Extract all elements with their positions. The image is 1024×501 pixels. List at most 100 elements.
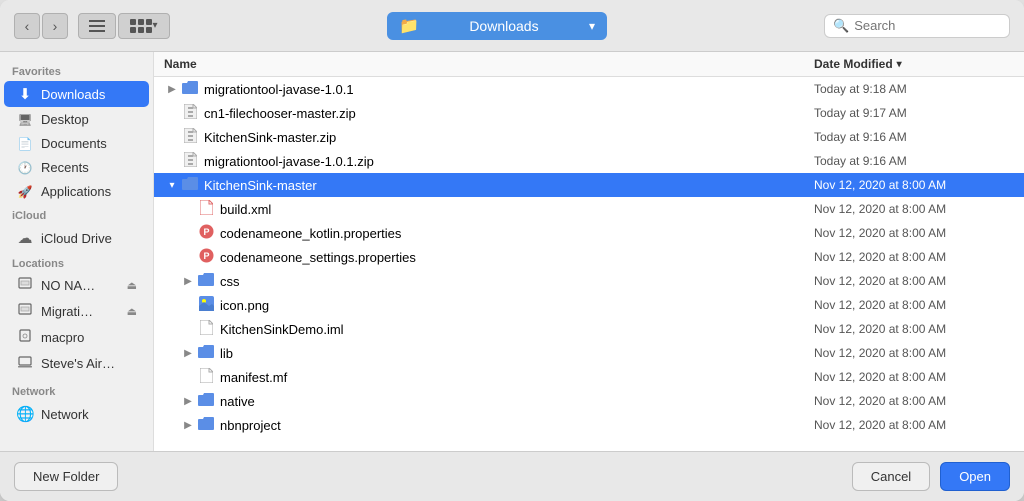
toolbar: ‹ › ▾: [0, 0, 1024, 52]
network-icon: 🌐: [16, 405, 34, 423]
file-date: Today at 9:16 AM: [814, 130, 1014, 144]
file-date: Nov 12, 2020 at 8:00 AM: [814, 226, 1014, 240]
grid-view-button[interactable]: ▾: [118, 13, 170, 39]
file-name: codenameone_kotlin.properties: [220, 226, 814, 241]
file-date: Nov 12, 2020 at 8:00 AM: [814, 250, 1014, 264]
back-button[interactable]: ‹: [14, 13, 40, 39]
file-row[interactable]: ▶nbnprojectNov 12, 2020 at 8:00 AM: [154, 413, 1024, 437]
location-pill[interactable]: 📁 Downloads ▾: [387, 12, 607, 40]
file-icon: [196, 320, 216, 338]
file-row[interactable]: build.xmlNov 12, 2020 at 8:00 AM: [154, 197, 1024, 221]
sidebar-item-label: macpro: [41, 330, 84, 345]
file-icon: [180, 81, 200, 98]
sidebar-item-label: NO NA…: [41, 278, 95, 293]
eject-icon2[interactable]: ⏏: [127, 305, 137, 318]
file-list: Name Date Modified ▾ ▶migrationtool-java…: [154, 52, 1024, 451]
list-view-button[interactable]: [78, 13, 116, 39]
sidebar-item-downloads[interactable]: ⬇ Downloads: [4, 81, 149, 107]
file-list-body: ▶migrationtool-javase-1.0.1Today at 9:18…: [154, 77, 1024, 451]
view-buttons: ▾: [78, 13, 170, 39]
eject-icon[interactable]: ⏏: [127, 279, 137, 292]
file-row[interactable]: ▶ libNov 12, 2020 at 8:00 AM: [154, 341, 1024, 365]
column-date: Date Modified ▾: [814, 57, 1014, 71]
file-icon: [180, 152, 200, 170]
expand-button: [180, 369, 196, 385]
expand-button: [164, 153, 180, 169]
file-icon: [196, 273, 216, 290]
new-folder-button[interactable]: New Folder: [14, 462, 118, 491]
file-row[interactable]: Pcodenameone_settings.propertiesNov 12, …: [154, 245, 1024, 269]
file-name: build.xml: [220, 202, 814, 217]
recents-icon: 🕐: [16, 161, 34, 175]
sidebar-item-label: Downloads: [41, 87, 105, 102]
svg-text:P: P: [203, 251, 209, 261]
file-row[interactable]: ▾KitchenSink-masterNov 12, 2020 at 8:00 …: [154, 173, 1024, 197]
expand-button[interactable]: ▶: [180, 417, 196, 433]
sidebar-item-migrati[interactable]: Migrati… ⏏: [4, 299, 149, 324]
file-icon: [196, 393, 216, 410]
file-row[interactable]: Pcodenameone_kotlin.propertiesNov 12, 20…: [154, 221, 1024, 245]
search-icon: 🔍: [833, 18, 849, 34]
file-date: Nov 12, 2020 at 8:00 AM: [814, 274, 1014, 288]
file-date: Nov 12, 2020 at 8:00 AM: [814, 394, 1014, 408]
drive-icon: [16, 277, 34, 294]
desktop-icon: 🖥: [16, 113, 34, 127]
file-icon: [180, 104, 200, 122]
sidebar-item-applications[interactable]: 🚀 Applications: [4, 180, 149, 203]
file-row[interactable]: ▶nativeNov 12, 2020 at 8:00 AM: [154, 389, 1024, 413]
expand-button: [180, 249, 196, 265]
file-dialog: ‹ › ▾: [0, 0, 1024, 501]
sidebar-item-macpro[interactable]: macpro: [4, 325, 149, 350]
sidebar-item-no-name[interactable]: NO NA… ⏏: [4, 273, 149, 298]
sidebar-item-documents[interactable]: 📄 Documents: [4, 132, 149, 155]
file-icon: [180, 177, 200, 194]
file-icon: [196, 296, 216, 314]
file-row[interactable]: KitchenSinkDemo.imlNov 12, 2020 at 8:00 …: [154, 317, 1024, 341]
file-name: KitchenSinkDemo.iml: [220, 322, 814, 337]
expand-button: [180, 201, 196, 217]
file-row[interactable]: manifest.mfNov 12, 2020 at 8:00 AM: [154, 365, 1024, 389]
sidebar-item-label: Documents: [41, 136, 107, 151]
expand-button[interactable]: ▶: [164, 81, 180, 97]
search-input[interactable]: [854, 18, 1001, 33]
sidebar-item-label: Recents: [41, 160, 89, 175]
sidebar-section-icloud: iCloud: [0, 204, 153, 224]
sort-chevron: ▾: [897, 59, 902, 70]
sidebar: Favorites ⬇ Downloads 🖥 Desktop 📄 Docume…: [0, 52, 154, 451]
sidebar-item-network[interactable]: 🌐 Network: [4, 401, 149, 427]
sidebar-item-label: iCloud Drive: [41, 231, 112, 246]
file-date: Nov 12, 2020 at 8:00 AM: [814, 322, 1014, 336]
sidebar-item-desktop[interactable]: 🖥 Desktop: [4, 108, 149, 131]
expand-button[interactable]: ▾: [164, 177, 180, 193]
sidebar-item-icloud-drive[interactable]: ☁ iCloud Drive: [4, 225, 149, 251]
file-date: Nov 12, 2020 at 8:00 AM: [814, 370, 1014, 384]
bottom-bar: New Folder Cancel Open: [0, 451, 1024, 501]
sidebar-item-label: Desktop: [41, 112, 89, 127]
sidebar-item-steves-air[interactable]: Steve's Air…: [4, 351, 149, 376]
file-row[interactable]: migrationtool-javase-1.0.1.zipToday at 9…: [154, 149, 1024, 173]
file-date: Nov 12, 2020 at 8:00 AM: [814, 178, 1014, 192]
expand-button[interactable]: ▶: [180, 393, 196, 409]
search-bar[interactable]: 🔍: [824, 14, 1010, 38]
file-icon: [196, 368, 216, 386]
file-row[interactable]: cn1-filechooser-master.zipToday at 9:17 …: [154, 101, 1024, 125]
expand-button[interactable]: ▶: [180, 273, 196, 289]
file-name: cn1-filechooser-master.zip: [204, 106, 814, 121]
file-name: icon.png: [220, 298, 814, 313]
open-button[interactable]: Open: [940, 462, 1010, 491]
macpro-icon: [16, 329, 34, 346]
sidebar-item-label: Network: [41, 407, 89, 422]
forward-button[interactable]: ›: [42, 13, 68, 39]
file-row[interactable]: KitchenSink-master.zipToday at 9:16 AM: [154, 125, 1024, 149]
action-buttons: Cancel Open: [852, 462, 1010, 491]
file-row[interactable]: ▶migrationtool-javase-1.0.1Today at 9:18…: [154, 77, 1024, 101]
sidebar-item-recents[interactable]: 🕐 Recents: [4, 156, 149, 179]
file-date: Today at 9:16 AM: [814, 154, 1014, 168]
expand-button[interactable]: ▶: [180, 345, 196, 361]
cancel-button[interactable]: Cancel: [852, 462, 930, 491]
file-row[interactable]: ▶cssNov 12, 2020 at 8:00 AM: [154, 269, 1024, 293]
file-name: lib: [220, 346, 814, 361]
applications-icon: 🚀: [16, 185, 34, 199]
file-row[interactable]: icon.pngNov 12, 2020 at 8:00 AM: [154, 293, 1024, 317]
file-date: Nov 12, 2020 at 8:00 AM: [814, 346, 1014, 360]
